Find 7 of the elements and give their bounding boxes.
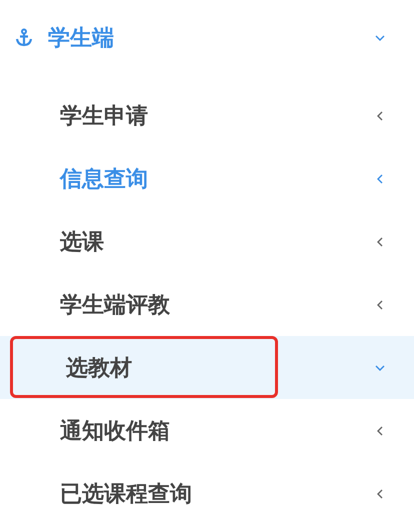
- menu-item[interactable]: 学生端评教: [0, 273, 414, 336]
- menu-item[interactable]: 通知收件箱: [0, 399, 414, 462]
- menu-item[interactable]: 选课: [0, 210, 414, 273]
- anchor-icon: [14, 28, 34, 48]
- menu-item[interactable]: 选教材: [0, 336, 414, 399]
- menu-item[interactable]: 已选课程查询: [0, 462, 414, 525]
- menu-item[interactable]: 学生申请: [0, 84, 414, 147]
